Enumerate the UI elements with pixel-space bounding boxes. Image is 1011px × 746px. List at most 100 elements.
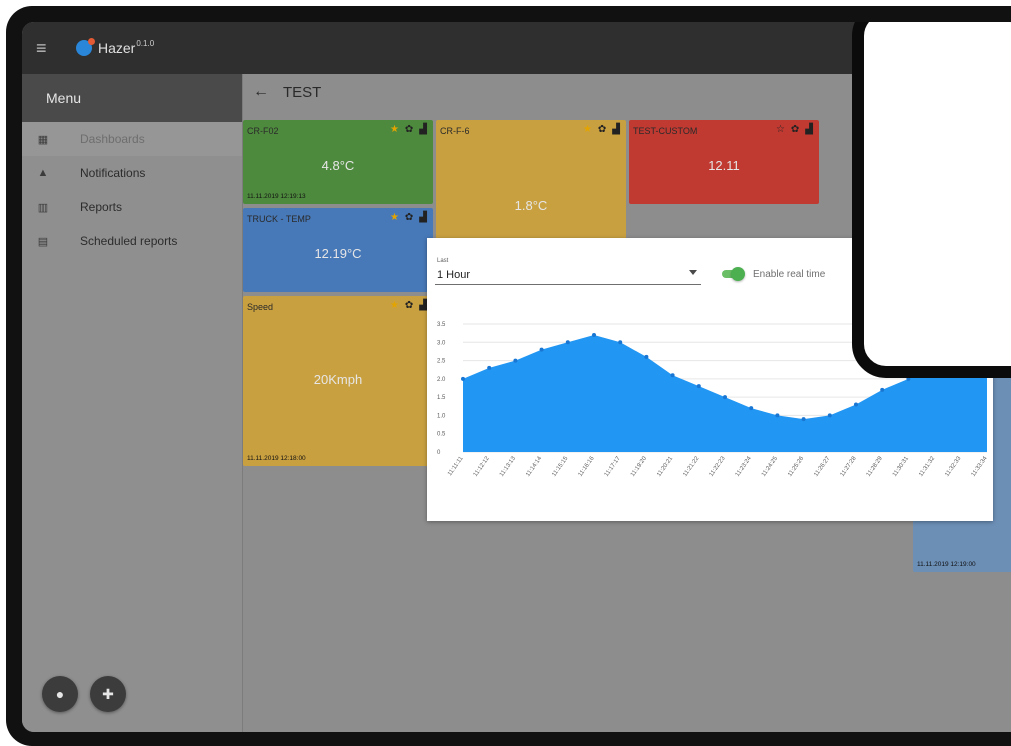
tile-tools: ☆ ✿ ▟ (776, 124, 813, 135)
calendar-icon: ▤ (37, 235, 49, 248)
app-logo-icon (76, 38, 95, 56)
data-point (513, 358, 518, 363)
sidebar-item-label: Scheduled reports (80, 234, 178, 248)
widget-tile[interactable]: TRUCK - TEMP ★ ✿ ▟ 12.19°C (243, 208, 433, 292)
x-tick-label: 11:23:24 (735, 455, 753, 478)
x-tick-label: 11:17:17 (604, 455, 622, 478)
page-title: TEST (283, 83, 322, 101)
app-screen: ≡ Hazer 0.1.0 Menu ▦ Dashboards ▲ Notifi… (22, 22, 1011, 732)
sidebar-header: Menu (22, 74, 242, 122)
sidebar-item-reports[interactable]: ▥ Reports (22, 190, 242, 224)
foreground-device-frame (852, 22, 1011, 378)
app-version: 0.1.0 (136, 38, 155, 48)
settings-gear-icon[interactable]: ✿ (405, 300, 413, 311)
y-tick-label: 2.0 (437, 377, 446, 383)
tile-title: TEST-CUSTOM (633, 126, 698, 136)
x-tick-label: 11:28:29 (866, 455, 884, 478)
settings-gear-icon[interactable]: ✿ (405, 124, 413, 135)
x-tick-label: 11:32:33 (944, 455, 962, 478)
area-chart-icon[interactable]: ▟ (805, 124, 813, 135)
tile-tools: ★ ✿ ▟ (390, 300, 427, 311)
tile-value: 1.8°C (514, 198, 548, 213)
page-background: ≡ Hazer 0.1.0 Menu ▦ Dashboards ▲ Notifi… (0, 0, 1011, 746)
app-store-buttons: ● ✚ (42, 676, 126, 712)
tile-timestamp: 11.11.2019 12:18:00 (247, 455, 306, 462)
y-tick-label: 0.5 (437, 432, 446, 438)
tile-title: CR-F-6 (440, 126, 470, 136)
data-point (775, 413, 780, 418)
x-tick-label: 11:30:31 (892, 455, 910, 478)
x-tick-label: 11:19:20 (630, 455, 648, 478)
settings-gear-icon[interactable]: ✿ (791, 124, 799, 135)
data-point (827, 413, 832, 418)
bell-icon: ▲ (37, 167, 49, 179)
data-point (696, 384, 701, 389)
sidebar: Menu ▦ Dashboards ▲ Notifications ▥ Repo… (22, 74, 243, 732)
back-arrow-icon[interactable]: ← (253, 83, 269, 101)
apple-icon[interactable]: ● (42, 676, 78, 712)
area-chart-icon[interactable]: ▟ (419, 124, 427, 135)
x-tick-label: 11:24:25 (761, 455, 779, 478)
bar-chart-icon: ▥ (37, 201, 49, 214)
tile-title: CR-F02 (247, 126, 279, 136)
tile-value: 12.11 (708, 158, 740, 173)
android-icon[interactable]: ✚ (90, 676, 126, 712)
y-tick-label: 1.5 (437, 395, 446, 401)
hamburger-menu-icon[interactable]: ≡ (36, 37, 58, 59)
widget-tile[interactable]: TEST-CUSTOM ☆ ✿ ▟ 12.11 (629, 120, 819, 204)
data-point (880, 387, 885, 392)
sidebar-item-label: Reports (80, 200, 123, 214)
tile-tools: ★ ✿ ▟ (390, 212, 427, 223)
tile-tools: ★ ✿ ▟ (583, 124, 620, 135)
data-point (723, 395, 727, 400)
x-tick-label: 11:26:27 (813, 455, 831, 478)
x-tick-label: 11:11:11 (447, 455, 465, 477)
data-point (487, 365, 492, 370)
sidebar-item-label: Notifications (80, 166, 146, 180)
star-icon[interactable]: ★ (390, 212, 399, 223)
star-icon[interactable]: ★ (390, 300, 399, 311)
device-frame: ≡ Hazer 0.1.0 Menu ▦ Dashboards ▲ Notifi… (6, 6, 1011, 746)
x-tick-label: 11:20:21 (656, 455, 674, 478)
widget-tile[interactable]: CR-F02 ★ ✿ ▟ 4.8°C 11.11.2019 12:19:13 (243, 120, 433, 204)
data-point (618, 340, 623, 345)
star-icon[interactable]: ★ (583, 124, 592, 135)
x-tick-label: 11:13:13 (499, 455, 517, 478)
data-point (854, 402, 858, 407)
star-icon[interactable]: ★ (390, 124, 399, 135)
area-chart-icon[interactable]: ▟ (419, 212, 427, 223)
area-chart-icon[interactable]: ▟ (419, 300, 427, 311)
settings-gear-icon[interactable]: ✿ (405, 212, 413, 223)
data-point (670, 373, 675, 378)
y-tick-label: 3.0 (437, 340, 446, 346)
x-tick-label: 11:33:34 (971, 455, 989, 478)
widget-tile[interactable]: Speed ★ ✿ ▟ 20Kmph 11.11.2019 12:18:00 (243, 296, 433, 466)
sidebar-item-dashboards[interactable]: ▦ Dashboards (22, 122, 242, 156)
data-point (565, 340, 570, 345)
tile-value: 20Kmph (313, 372, 363, 387)
data-point (801, 417, 806, 422)
tile-value: 12.19°C (314, 246, 362, 261)
tile-tools: ★ ✿ ▟ (390, 124, 427, 135)
y-tick-label: 3.5 (437, 322, 446, 328)
x-tick-label: 11:14:14 (525, 455, 543, 478)
y-tick-label: 1.0 (437, 413, 446, 419)
data-point (749, 406, 754, 411)
x-tick-label: 11:31:32 (918, 455, 936, 478)
dashboard-icon: ▦ (37, 133, 49, 146)
tile-timestamp: 11.11.2019 12:19:00 (917, 561, 976, 568)
sidebar-item-label: Dashboards (80, 132, 145, 146)
x-tick-label: 11:21:22 (682, 455, 700, 478)
tile-title: Speed (247, 302, 274, 312)
settings-gear-icon[interactable]: ✿ (598, 124, 606, 135)
sidebar-item-notifications[interactable]: ▲ Notifications (22, 156, 242, 190)
star-outline-icon[interactable]: ☆ (776, 124, 785, 135)
area-chart-icon[interactable]: ▟ (612, 124, 620, 135)
tile-title: TRUCK - TEMP (247, 214, 311, 224)
sidebar-item-scheduled-reports[interactable]: ▤ Scheduled reports (22, 224, 242, 258)
y-tick-label: 0 (437, 450, 441, 456)
x-tick-label: 11:27:28 (840, 455, 858, 478)
x-tick-label: 11:22:23 (709, 455, 727, 478)
tile-timestamp: 11.11.2019 12:19:13 (247, 193, 306, 200)
x-tick-label: 11:15:15 (551, 455, 569, 478)
